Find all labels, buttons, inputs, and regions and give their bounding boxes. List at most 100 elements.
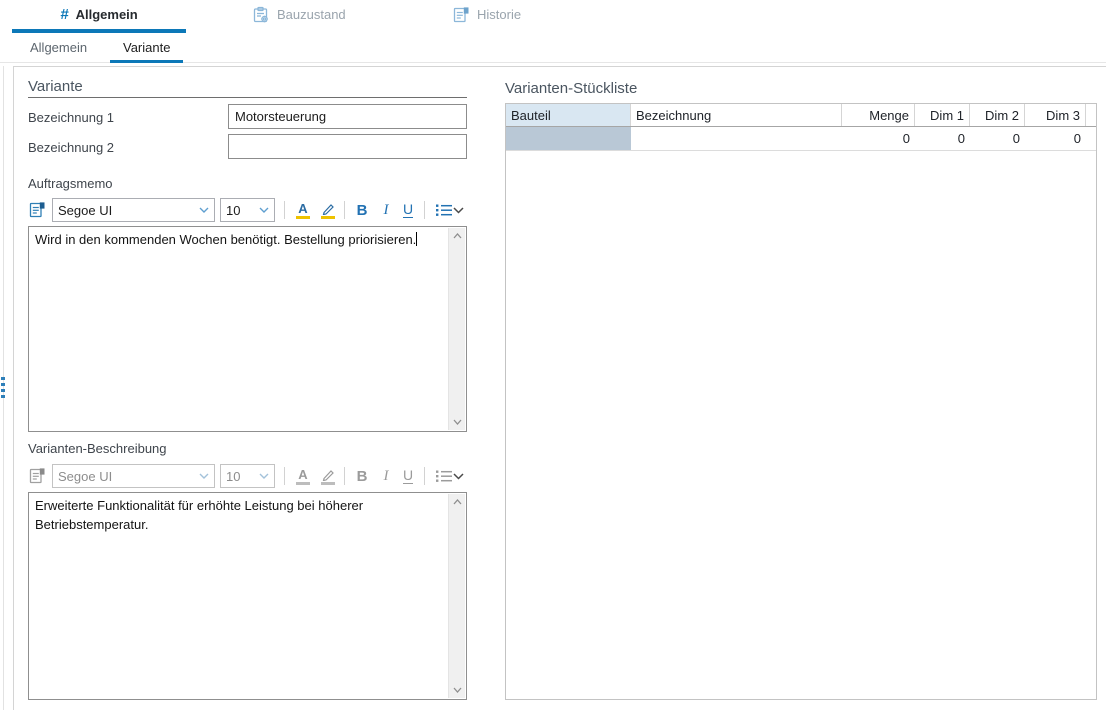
chevron-down-icon: [453, 207, 464, 214]
underline-button: U: [396, 462, 420, 490]
beschreibung-scrollbar[interactable]: [448, 494, 465, 698]
bezeichnung2-input[interactable]: [228, 134, 467, 159]
column-header-bezeichnung[interactable]: Bezeichnung: [631, 104, 842, 126]
splitter-dot: [1, 377, 5, 380]
font-size-value: 10: [226, 469, 240, 484]
variante-section-rule: [28, 97, 467, 98]
auftragsmemo-text: Wird in den kommenden Wochen benötigt. B…: [29, 227, 448, 431]
subtab-active-indicator: [110, 60, 183, 63]
column-header-dim1[interactable]: Dim 1: [915, 104, 970, 126]
tab-allgemein-label: Allgemein: [76, 7, 138, 22]
font-color-button[interactable]: A: [291, 196, 315, 224]
tab-historie-label: Historie: [477, 7, 521, 22]
table-row[interactable]: 0 0 0 0: [506, 127, 1096, 151]
italic-button: I: [374, 462, 398, 490]
memo-editor-toolbar: Segoe UI 10 A B I: [28, 196, 467, 224]
memo-icon: [28, 196, 46, 224]
font-size-select-wrap: 10: [220, 462, 275, 490]
subtab-allgemein[interactable]: Allgemein: [30, 40, 87, 55]
cell-menge[interactable]: 0: [842, 127, 915, 150]
scroll-up-icon[interactable]: [449, 494, 465, 510]
splitter-dot: [1, 389, 5, 392]
font-family-select-wrap: Segoe UI: [52, 462, 215, 490]
scroll-down-icon[interactable]: [449, 414, 465, 430]
cell-dim3[interactable]: 0: [1025, 127, 1086, 150]
font-family-select[interactable]: Segoe UI: [52, 198, 215, 222]
stueckliste-title: Varianten-Stückliste: [505, 80, 637, 97]
italic-icon: I: [384, 468, 389, 485]
bold-icon: B: [357, 202, 368, 219]
chevron-down-icon: [259, 473, 269, 479]
tab-bauzustand-label: Bauzustand: [277, 7, 346, 22]
toolbar-separator: [284, 462, 285, 490]
stueckliste-header-row: Bauteil Bezeichnung Menge Dim 1 Dim 2 Di…: [506, 104, 1096, 127]
tab-bauzustand[interactable]: Bauzustand: [252, 0, 346, 29]
font-size-select-wrap: 10: [220, 196, 275, 224]
underline-button[interactable]: U: [396, 196, 420, 224]
bezeichnung1-label: Bezeichnung 1: [28, 110, 114, 125]
main-tab-bar: # Allgemein Bauzustand: [0, 0, 1106, 33]
cell-bezeichnung[interactable]: [631, 127, 842, 150]
hash-icon: #: [60, 6, 68, 23]
column-header-bauteil[interactable]: Bauteil: [506, 104, 631, 126]
toolbar-more-button[interactable]: [450, 462, 467, 490]
auftragsmemo-label: Auftragsmemo: [28, 176, 113, 191]
beschreibung-editor-toolbar: Segoe UI 10 A B I: [28, 462, 467, 490]
toolbar-separator: [344, 196, 345, 224]
font-color-button: A: [291, 462, 315, 490]
bold-button[interactable]: B: [350, 196, 374, 224]
active-tab-indicator: [12, 29, 186, 33]
toolbar-separator: [344, 462, 345, 490]
font-color-swatch: [296, 482, 310, 485]
stueckliste-table: Bauteil Bezeichnung Menge Dim 1 Dim 2 Di…: [505, 103, 1097, 700]
beschreibung-label: Varianten-Beschreibung: [28, 441, 167, 456]
subtab-variante[interactable]: Variante: [123, 40, 170, 55]
cell-dim1[interactable]: 0: [915, 127, 970, 150]
font-size-select[interactable]: 10: [220, 198, 275, 222]
column-header-dim3[interactable]: Dim 3: [1025, 104, 1086, 126]
bezeichnung1-value: Motorsteuerung: [235, 109, 326, 124]
toolbar-more-button[interactable]: [450, 196, 467, 224]
panel-border-left: [13, 66, 14, 710]
clipboard-gear-icon: [252, 6, 270, 24]
column-header-dim2[interactable]: Dim 2: [970, 104, 1025, 126]
bezeichnung2-label: Bezeichnung 2: [28, 140, 114, 155]
cell-filler: [1086, 127, 1096, 150]
chevron-down-icon: [259, 207, 269, 213]
scroll-down-icon[interactable]: [449, 682, 465, 698]
beschreibung-textarea[interactable]: Erweiterte Funktionalität für erhöhte Le…: [28, 492, 467, 700]
highlight-button[interactable]: [316, 196, 340, 224]
font-family-select-wrap: Segoe UI: [52, 196, 215, 224]
bold-icon: B: [357, 468, 368, 485]
splitter-dot: [1, 383, 5, 386]
font-size-select[interactable]: 10: [220, 464, 275, 488]
tab-allgemein[interactable]: # Allgemein: [12, 0, 186, 29]
font-family-select[interactable]: Segoe UI: [52, 464, 215, 488]
beschreibung-text: Erweiterte Funktionalität für erhöhte Le…: [29, 493, 448, 699]
bezeichnung1-input[interactable]: Motorsteuerung: [228, 104, 467, 129]
chevron-down-icon: [199, 207, 209, 213]
column-header-filler: [1086, 104, 1096, 126]
history-memo-icon: [452, 6, 470, 24]
italic-button[interactable]: I: [374, 196, 398, 224]
cell-dim2[interactable]: 0: [970, 127, 1025, 150]
scroll-up-icon[interactable]: [449, 228, 465, 244]
highlighter-pencil-icon: [321, 468, 335, 481]
memo-scrollbar[interactable]: [448, 228, 465, 430]
cell-bauteil[interactable]: [506, 127, 631, 150]
font-family-value: Segoe UI: [58, 469, 112, 484]
memo-icon: [28, 462, 46, 490]
toolbar-separator: [424, 462, 425, 490]
tab-historie[interactable]: Historie: [452, 0, 521, 29]
chevron-down-icon: [199, 473, 209, 479]
panel-border-top: [13, 66, 1106, 67]
underline-icon: U: [403, 468, 413, 484]
font-size-value: 10: [226, 203, 240, 218]
auftragsmemo-textarea[interactable]: Wird in den kommenden Wochen benötigt. B…: [28, 226, 467, 432]
highlight-button: [316, 462, 340, 490]
highlighter-pencil-icon: [321, 202, 335, 215]
text-caret: [416, 232, 417, 246]
font-color-swatch: [296, 216, 310, 219]
panel-splitter-handle[interactable]: [0, 377, 6, 405]
column-header-menge[interactable]: Menge: [842, 104, 915, 126]
